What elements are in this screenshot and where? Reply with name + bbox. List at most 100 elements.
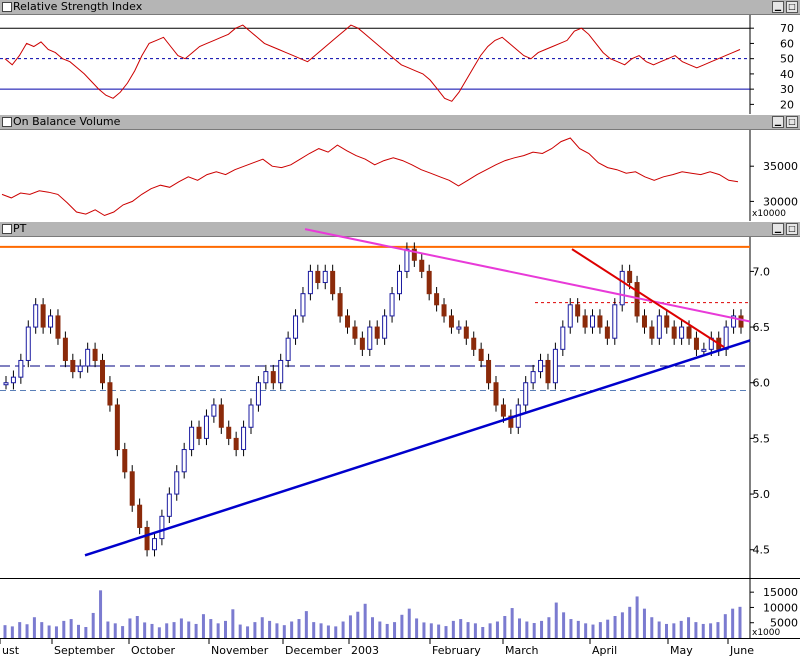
volume-bar <box>665 623 668 638</box>
rsi-tick-label: 70 <box>780 22 794 35</box>
volume-bar <box>547 617 551 638</box>
candle-up <box>3 382 9 386</box>
ascending-trendline <box>84 339 751 557</box>
candle-down <box>686 326 692 339</box>
candle-up <box>263 371 269 384</box>
candle-down <box>441 304 447 317</box>
price-tick-label: 6.0 <box>753 377 771 390</box>
candle-up <box>404 248 410 272</box>
candle-up <box>293 315 299 339</box>
candle-up <box>285 337 291 361</box>
volume-bar <box>334 626 338 638</box>
candle-down <box>575 304 581 317</box>
volume-bar <box>562 612 566 638</box>
candle-down <box>359 337 365 350</box>
candle-down <box>463 326 469 339</box>
volume-bar <box>495 621 499 638</box>
volume-bar <box>620 612 624 638</box>
candle-up <box>567 304 573 328</box>
candle-down <box>419 259 425 272</box>
volume-bar <box>415 618 419 638</box>
price-tick-label: 4.5 <box>753 544 771 557</box>
candle-down <box>330 270 336 295</box>
volume-bar <box>672 623 676 638</box>
volume-bar <box>510 608 514 638</box>
candle-up <box>181 449 187 473</box>
candle-down <box>597 315 603 328</box>
candle-down <box>345 315 351 328</box>
volume-bar <box>723 614 727 638</box>
candle-up <box>159 515 165 540</box>
volume-bar <box>363 603 367 638</box>
volume-bar <box>231 609 235 638</box>
volume-bar <box>731 608 735 638</box>
candle-down <box>374 326 380 339</box>
obv-tick-label: 35000 <box>763 160 798 173</box>
volume-bar <box>400 614 404 638</box>
candle-up <box>552 348 558 384</box>
x-tick-label: April <box>592 644 617 657</box>
candle-up <box>77 365 83 373</box>
candle-down <box>738 315 744 328</box>
candle-up <box>248 404 254 428</box>
obv-series-line <box>1 137 739 217</box>
price-tick-label: 6.5 <box>753 321 771 334</box>
candle-down <box>62 337 68 361</box>
volume-bar <box>576 620 580 638</box>
candle-up <box>174 471 180 495</box>
volume-bar <box>532 623 536 638</box>
volume-bar <box>3 625 7 638</box>
candle-up <box>723 326 729 350</box>
volume-bar <box>459 619 463 638</box>
volume-bar <box>77 624 80 638</box>
volume-bar <box>701 623 705 638</box>
volume-bar <box>525 621 529 638</box>
candle-down <box>486 359 492 384</box>
volume-bar <box>738 606 742 638</box>
candle-down <box>434 293 440 306</box>
candle-down <box>671 326 677 339</box>
volume-bar <box>385 623 389 638</box>
candle-down <box>315 270 321 284</box>
volume-bar <box>260 617 264 638</box>
candle-down <box>664 315 670 328</box>
rsi-plot-area <box>0 15 800 114</box>
candle-up <box>33 304 39 328</box>
candle-down <box>493 382 499 406</box>
volume-bar <box>540 620 544 638</box>
volume-bar <box>429 623 433 638</box>
x-tick-label: May <box>670 644 693 657</box>
volume-bar <box>503 616 507 638</box>
candle-down <box>144 526 150 551</box>
obv-unit-label: x10000 <box>752 209 786 219</box>
candle-down <box>114 404 120 451</box>
volume-bar <box>451 620 455 638</box>
x-tick-label: December <box>285 644 343 657</box>
candle-down <box>92 348 98 361</box>
volume-bar <box>172 622 176 638</box>
volume-bar <box>437 624 441 638</box>
candle-up <box>255 382 261 406</box>
volume-bar <box>128 618 132 638</box>
short-downtrend-line <box>571 248 725 348</box>
candle-up <box>241 426 247 451</box>
x-tick-label: 2003 <box>351 644 379 657</box>
candle-down <box>649 326 655 339</box>
candle-down <box>226 426 232 439</box>
volume-chart: 15000100005000x1000 <box>3 579 798 639</box>
price-tick-label: 7.0 <box>753 265 771 278</box>
candle-down <box>40 304 46 328</box>
volume-bar <box>216 623 220 638</box>
x-tick-label: ust <box>2 644 20 657</box>
rsi-tick-label: 20 <box>780 98 794 111</box>
candle-down <box>627 270 633 284</box>
candle-down <box>471 337 477 350</box>
candle-up <box>48 315 54 328</box>
obv-pane: On Balance Volume ▁ □ 35000 30000 x10000 <box>0 115 800 221</box>
volume-bar <box>187 621 191 638</box>
volume-bar <box>554 602 558 638</box>
volume-bar <box>201 614 205 638</box>
volume-unit-label: x1000 <box>752 628 781 638</box>
candle-down <box>693 337 699 350</box>
obv-chart: 35000 30000x10000 <box>1 130 798 221</box>
